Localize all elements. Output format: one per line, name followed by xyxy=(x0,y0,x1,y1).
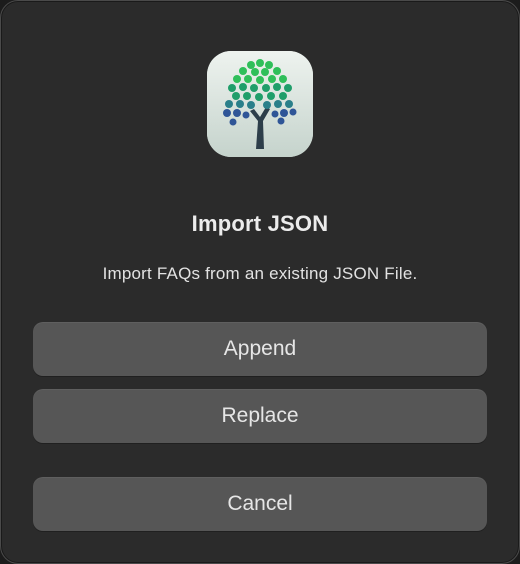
import-json-dialog: Import JSON Import FAQs from an existing… xyxy=(0,0,520,564)
cancel-button[interactable]: Cancel xyxy=(33,477,487,531)
replace-button[interactable]: Replace xyxy=(33,389,487,443)
tree-app-icon xyxy=(207,51,313,157)
dialog-message: Import FAQs from an existing JSON File. xyxy=(102,264,418,283)
dialog-title: Import JSON xyxy=(191,211,329,236)
append-button[interactable]: Append xyxy=(33,322,487,376)
